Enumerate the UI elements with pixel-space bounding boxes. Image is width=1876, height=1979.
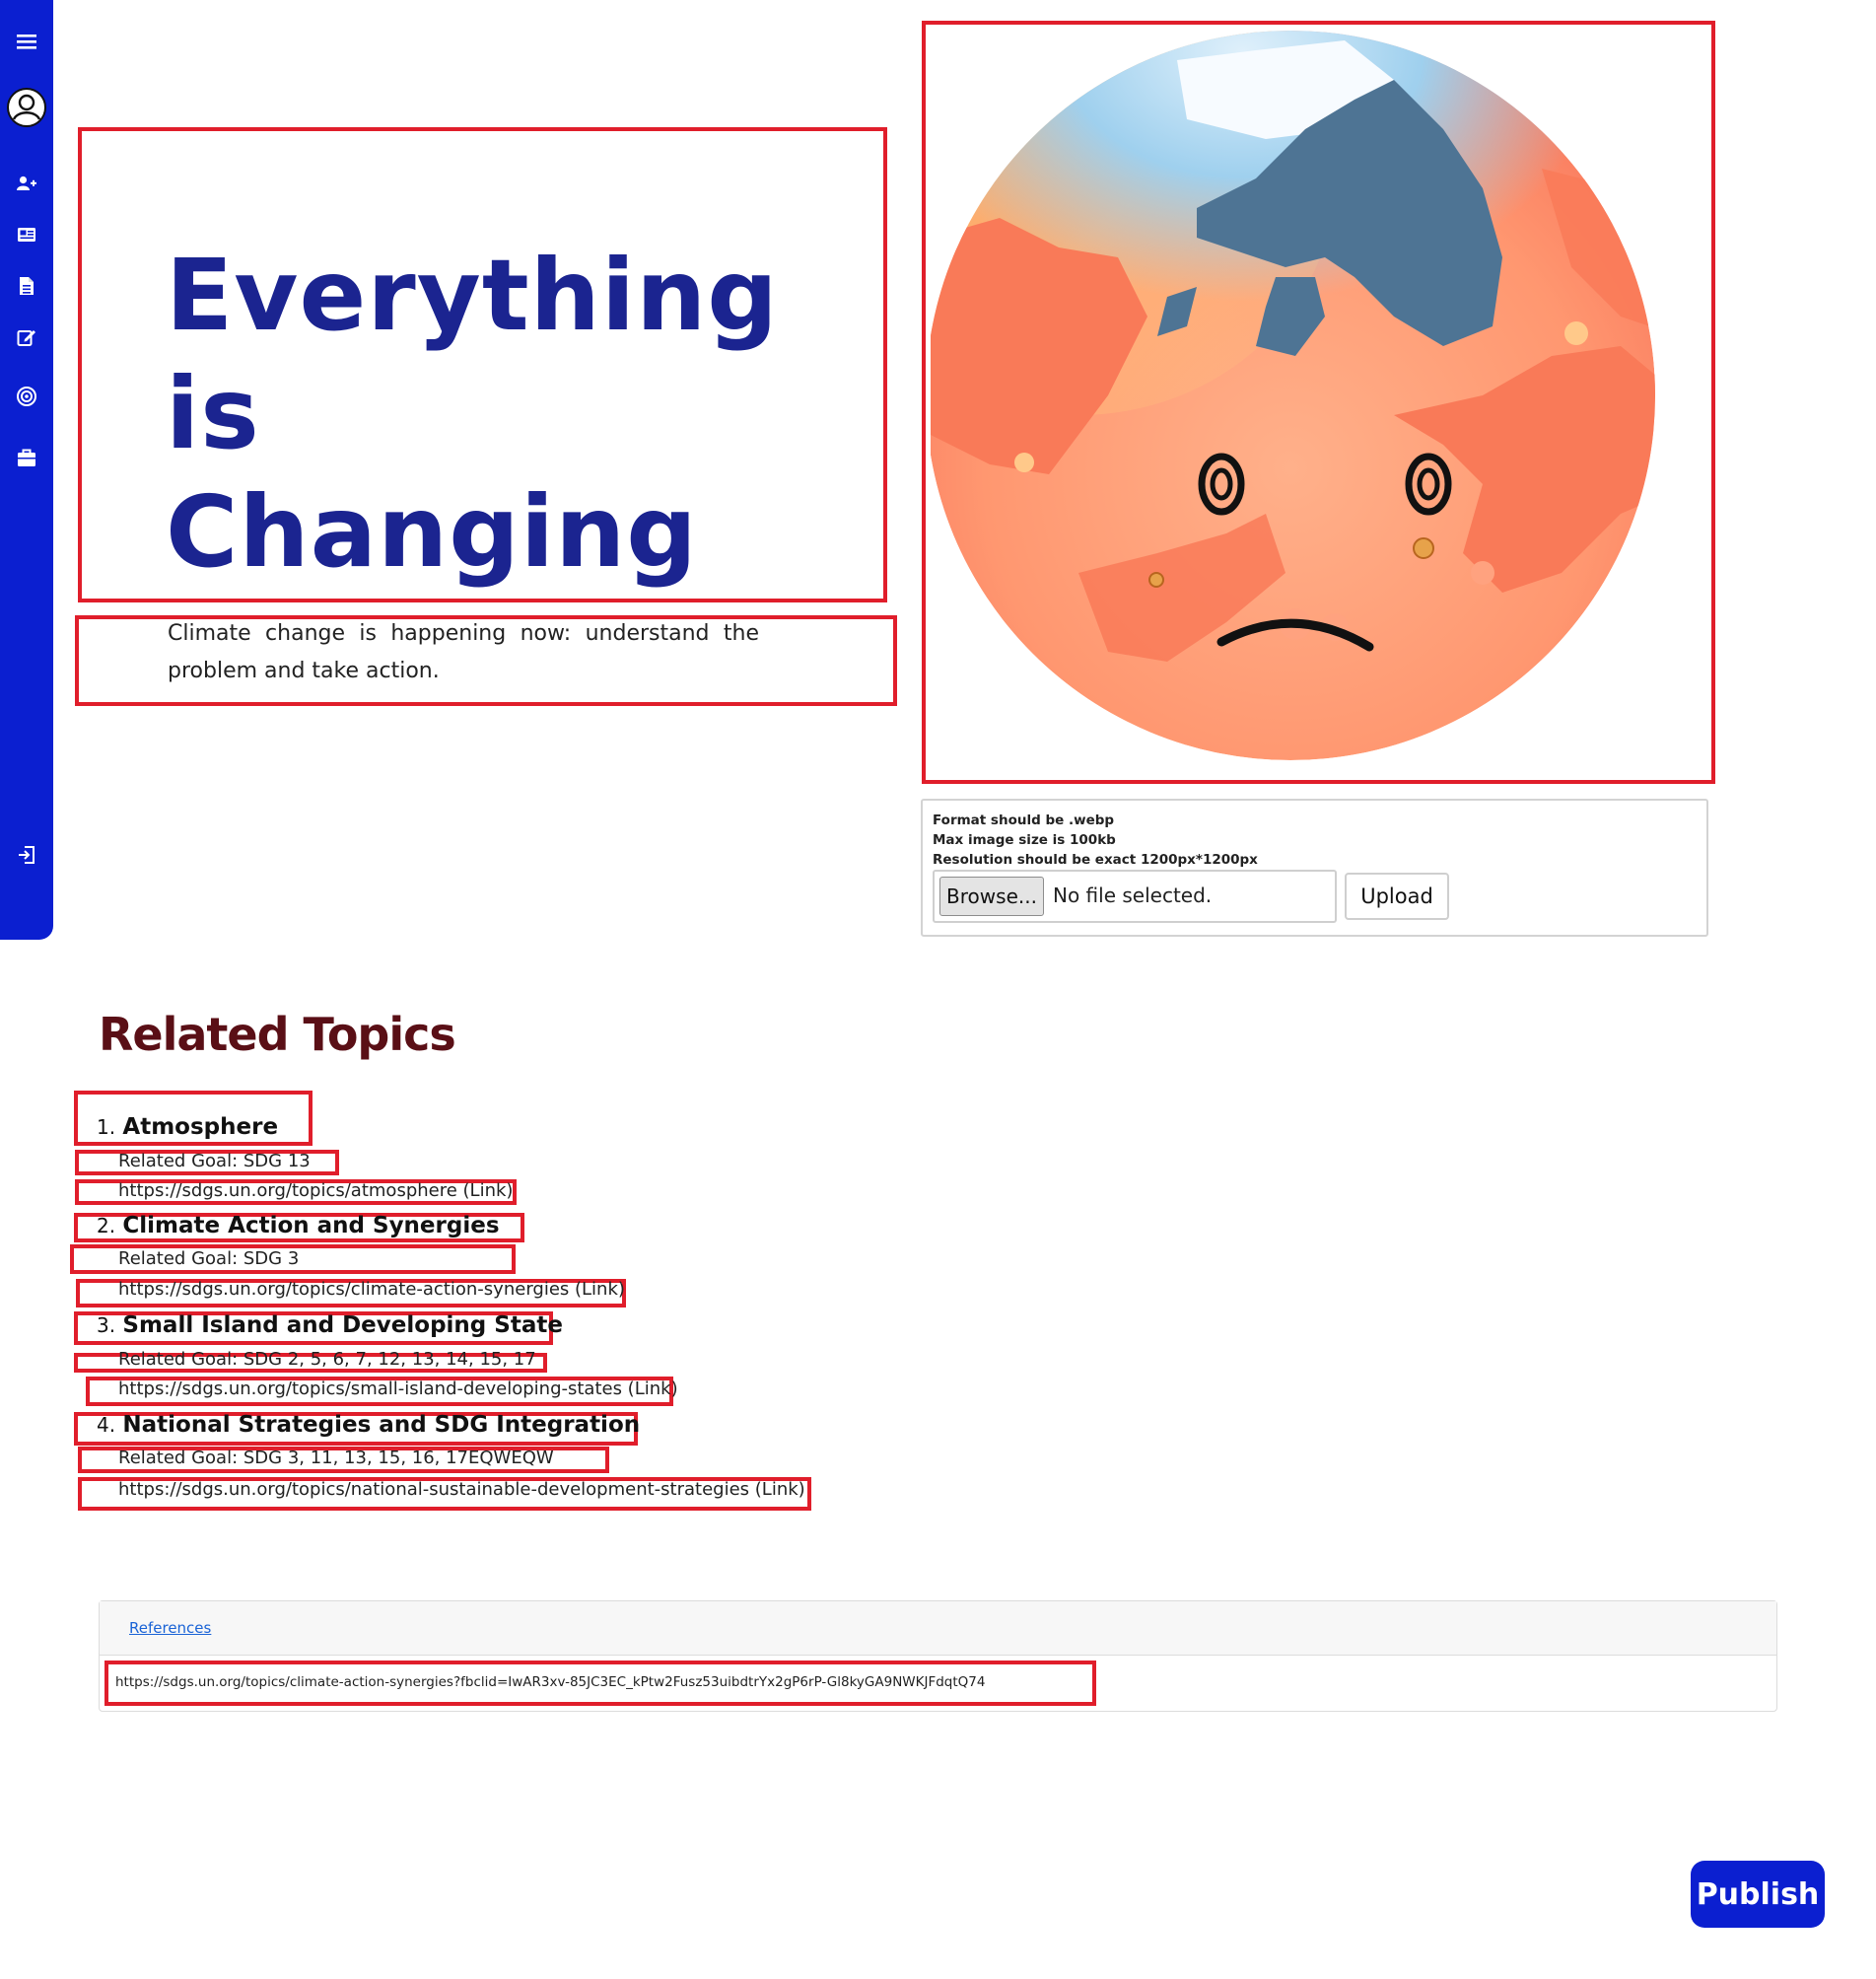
topic-number: 1. <box>97 1115 116 1139</box>
briefcase-icon[interactable] <box>0 446 53 469</box>
file-status-text: No file selected. <box>1053 883 1213 907</box>
hero-subtitle: Climate change is happening now: underst… <box>168 621 759 683</box>
earth-globe-image <box>926 31 1655 760</box>
image-upload-panel: Format should be .webp Max image size is… <box>921 799 1708 937</box>
angry-earth-illustration <box>926 21 1734 791</box>
topic-number: 4. <box>97 1413 116 1437</box>
reference-url-highlight <box>104 1661 1096 1706</box>
upload-button[interactable]: Upload <box>1345 873 1449 920</box>
topic-name: Atmosphere <box>122 1114 279 1140</box>
topic-4-title: 4. National Strategies and SDG Integrati… <box>97 1412 640 1438</box>
add-user-icon[interactable] <box>0 173 53 194</box>
user-avatar-icon[interactable] <box>0 85 53 130</box>
topic-name: Small Island and Developing State <box>122 1312 563 1338</box>
related-topics-heading: Related Topics <box>99 1008 456 1061</box>
edit-icon[interactable] <box>0 326 53 348</box>
format-requirement: Format should be .webp <box>933 813 1115 828</box>
publish-button[interactable]: Publish <box>1691 1861 1825 1928</box>
references-link[interactable]: References <box>129 1619 211 1637</box>
topic-1-title: 1. Atmosphere <box>97 1114 278 1140</box>
topic-1-link[interactable]: https://sdgs.un.org/topics/atmosphere (L… <box>118 1180 513 1201</box>
references-header: References <box>100 1601 1776 1656</box>
menu-icon[interactable] <box>0 22 53 61</box>
size-requirement: Max image size is 100kb <box>933 832 1116 848</box>
topic-2-link[interactable]: https://sdgs.un.org/topics/climate-actio… <box>118 1279 625 1300</box>
topic-3-title: 3. Small Island and Developing State <box>97 1312 563 1338</box>
topic-1-goal: Related Goal: SDG 13 <box>118 1151 311 1171</box>
hero-title: Everything is Changing <box>166 237 779 592</box>
file-input[interactable]: Browse... No file selected. <box>933 870 1337 923</box>
topic-number: 2. <box>97 1214 116 1237</box>
topic-3-goal: Related Goal: SDG 2, 5, 6, 7, 12, 13, 14… <box>118 1349 536 1370</box>
topic-2-goal: Related Goal: SDG 3 <box>118 1248 300 1269</box>
news-icon[interactable] <box>0 224 53 246</box>
hero-title-line-2: is <box>166 356 260 471</box>
target-icon[interactable] <box>0 385 53 408</box>
topic-4-link[interactable]: https://sdgs.un.org/topics/national-sust… <box>118 1479 805 1500</box>
browse-button[interactable]: Browse... <box>939 877 1044 916</box>
logout-icon[interactable] <box>0 843 53 867</box>
topic-number: 3. <box>97 1313 116 1337</box>
topic-name: Climate Action and Synergies <box>122 1213 500 1238</box>
topic-2-title: 2. Climate Action and Synergies <box>97 1213 500 1238</box>
topic-3-link[interactable]: https://sdgs.un.org/topics/small-island-… <box>118 1378 678 1399</box>
topic-name: National Strategies and SDG Integration <box>122 1412 641 1438</box>
resolution-requirement: Resolution should be exact 1200px*1200px <box>933 852 1258 868</box>
sidebar <box>0 0 53 940</box>
topic-4-goal: Related Goal: SDG 3, 11, 13, 15, 16, 17E… <box>118 1448 554 1468</box>
hero-title-line-1: Everything <box>166 238 779 353</box>
document-icon[interactable] <box>0 275 53 297</box>
hero-title-line-3: Changing <box>166 474 698 590</box>
